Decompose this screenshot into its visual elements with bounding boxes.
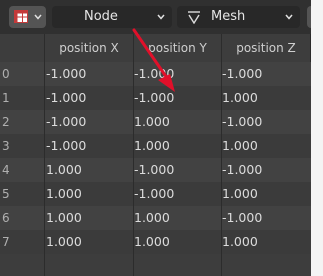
table-row: 4 1.000 -1.000 -1.000 <box>0 158 311 182</box>
row-index: 6 <box>2 211 10 225</box>
position-x-cell: 1.000 <box>46 162 82 177</box>
row-index: 5 <box>2 187 10 201</box>
table-row: 6 1.000 1.000 -1.000 <box>0 206 311 230</box>
column-header-position-z[interactable]: position Z <box>222 34 311 62</box>
table-row: 5 1.000 -1.000 1.000 <box>0 182 311 206</box>
position-x-cell: -1.000 <box>46 90 87 105</box>
position-y-cell: -1.000 <box>134 186 175 201</box>
position-z-cell: -1.000 <box>222 66 263 81</box>
geometry-component-label: Mesh <box>211 9 246 24</box>
chevron-down-icon <box>285 14 293 20</box>
position-z-cell: 1.000 <box>222 186 258 201</box>
table-row: 2 -1.000 1.000 -1.000 <box>0 110 311 134</box>
row-index: 3 <box>2 139 10 153</box>
chevron-down-icon <box>34 14 42 20</box>
object-evaluation-label: Node <box>84 9 118 24</box>
position-z-cell: 1.000 <box>222 138 258 153</box>
chevron-down-icon <box>157 14 165 20</box>
position-x-cell: -1.000 <box>46 138 87 153</box>
position-z-cell: -1.000 <box>222 210 263 225</box>
position-z-cell: 1.000 <box>222 90 258 105</box>
position-z-cell: -1.000 <box>222 114 263 129</box>
position-y-cell: -1.000 <box>134 66 175 81</box>
position-z-cell: -1.000 <box>222 162 263 177</box>
position-y-cell: 1.000 <box>134 138 170 153</box>
table-row: 3 -1.000 1.000 1.000 <box>0 134 311 158</box>
table-row: 0 -1.000 -1.000 -1.000 <box>0 62 311 86</box>
position-z-cell: 1.000 <box>222 234 258 249</box>
position-x-cell: 1.000 <box>46 210 82 225</box>
position-y-cell: 1.000 <box>134 210 170 225</box>
row-index: 4 <box>2 163 10 177</box>
row-index: 0 <box>2 67 10 81</box>
row-index: 1 <box>2 91 10 105</box>
position-y-cell: 1.000 <box>134 114 170 129</box>
column-header-position-y[interactable]: position Y <box>134 34 222 62</box>
position-x-cell: 1.000 <box>46 186 82 201</box>
table-row: 1 -1.000 -1.000 1.000 <box>0 86 311 110</box>
spreadsheet-icon <box>14 10 28 23</box>
row-index: 2 <box>2 115 10 129</box>
position-x-cell: 1.000 <box>46 234 82 249</box>
position-y-cell: -1.000 <box>134 162 175 177</box>
position-y-cell: 1.000 <box>134 234 170 249</box>
geometry-vertex-icon <box>188 11 200 24</box>
position-x-cell: -1.000 <box>46 114 87 129</box>
position-x-cell: -1.000 <box>46 66 87 81</box>
position-y-cell: -1.000 <box>134 90 175 105</box>
column-header-position-x[interactable]: position X <box>45 34 134 62</box>
table-row: 7 1.000 1.000 1.000 <box>0 230 311 254</box>
row-index: 7 <box>2 235 10 249</box>
geometry-component-dropdown[interactable]: Mesh <box>177 6 300 28</box>
spreadsheet-editor: Node Mesh position X position Y position… <box>0 0 311 276</box>
object-evaluation-dropdown[interactable]: Node <box>52 6 172 28</box>
editor-type-button[interactable] <box>9 6 46 28</box>
spreadsheet-header: Node Mesh <box>0 0 311 34</box>
page-margin <box>311 0 323 276</box>
